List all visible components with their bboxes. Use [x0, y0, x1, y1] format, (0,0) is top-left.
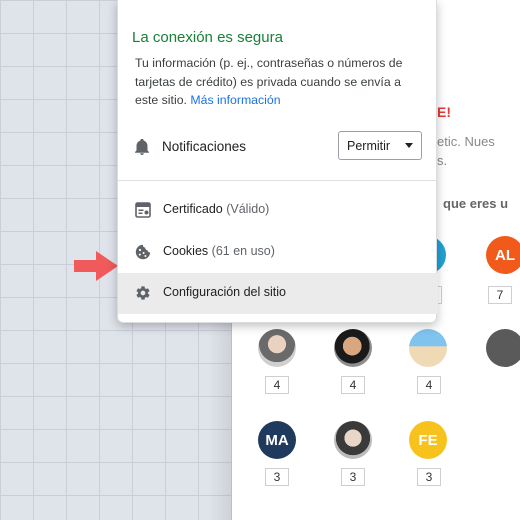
select-value: Permitir	[347, 138, 391, 153]
background-headline-fragment: E!	[437, 104, 451, 120]
connection-secure-title: La conexión es segura	[132, 29, 283, 46]
count-value: 3	[273, 470, 281, 484]
bell-icon	[135, 139, 149, 155]
avatar[interactable]	[334, 421, 372, 459]
notifications-label: Notificaciones	[162, 139, 247, 154]
certificate-item[interactable]: Certificado (Válido)	[118, 190, 438, 231]
count-badge: 3	[265, 468, 289, 486]
avatar[interactable]: FE	[409, 421, 447, 459]
background-text-fragment: etic. Nues	[437, 134, 495, 149]
cookies-item[interactable]: Cookies (61 en uso)	[118, 232, 438, 273]
site-settings-label: Configuración del sitio	[163, 285, 286, 299]
avatar-initials: FE	[418, 431, 438, 449]
avatar[interactable]	[334, 329, 372, 367]
more-info-link[interactable]: Más información	[190, 93, 280, 107]
notifications-permission-select[interactable]: Permitir	[338, 131, 422, 160]
avatar[interactable]	[409, 329, 447, 367]
item-sub-text: (Válido)	[226, 202, 270, 216]
count-badge: 7	[488, 286, 512, 304]
avatar[interactable]: AL	[486, 236, 520, 274]
background-section-label: que eres u	[443, 196, 509, 211]
certificate-label: Certificado (Válido)	[163, 202, 269, 216]
count-badge: 4	[341, 376, 365, 394]
item-label-text: Certificado	[163, 202, 223, 216]
count-value: 3	[425, 470, 433, 484]
count-value: 7	[496, 288, 504, 302]
background-text-fragment: s.	[437, 153, 448, 168]
caret-down-icon	[405, 143, 413, 148]
site-info-popup: La conexión es segura Tu información (p.…	[117, 0, 438, 323]
count-badge: 4	[417, 376, 441, 394]
item-label-text: Cookies	[163, 244, 209, 258]
count-value: 4	[425, 378, 433, 392]
avatar[interactable]: MA	[258, 421, 296, 459]
certificate-icon	[135, 202, 151, 218]
site-settings-item[interactable]: Configuración del sitio	[118, 273, 438, 314]
avatar[interactable]	[258, 329, 296, 367]
count-value: 4	[349, 378, 357, 392]
count-badge: 3	[417, 468, 441, 486]
avatar[interactable]	[486, 329, 520, 367]
gear-icon	[136, 286, 150, 300]
cookies-label: Cookies (61 en uso)	[163, 244, 275, 258]
notifications-row: Notificaciones Permitir	[118, 125, 438, 169]
avatar-initials: MA	[265, 431, 289, 449]
item-sub-text: (61 en uso)	[211, 244, 275, 258]
avatar-initials: AL	[495, 246, 515, 264]
count-value: 3	[349, 470, 357, 484]
security-description: Tu información (p. ej., contraseñas o nú…	[135, 54, 425, 110]
count-value: 4	[273, 378, 281, 392]
screenshot-stage: E! etic. Nues s. que eres u AL 7 4 4 4 M…	[0, 0, 520, 520]
section-divider	[118, 180, 438, 181]
cookie-icon	[135, 244, 151, 260]
count-badge: 4	[265, 376, 289, 394]
pointer-arrow-icon	[74, 251, 118, 281]
count-badge: 3	[341, 468, 365, 486]
